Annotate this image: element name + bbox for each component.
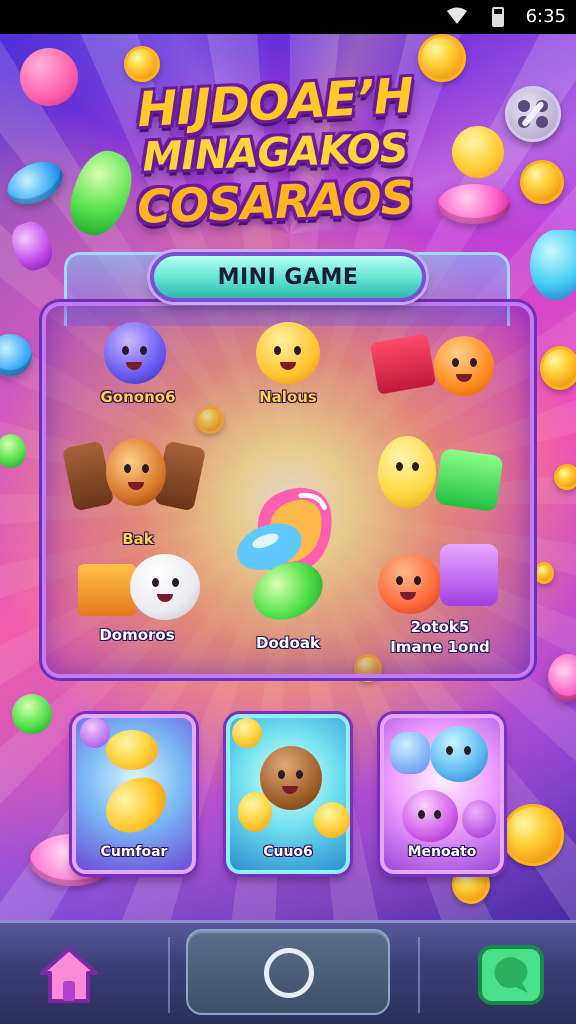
gold-coin-icon <box>238 792 272 832</box>
game-title: HIJDOAEʼH MINAGAKOS COSARAOS <box>110 68 440 246</box>
bear-face-icon <box>256 322 320 384</box>
gold-coin <box>554 464 576 490</box>
chat-bubble-icon[interactable] <box>476 941 546 1009</box>
lion-face-icon <box>106 438 166 506</box>
gold-coin-icon <box>106 730 158 770</box>
purple-berry-icon <box>462 800 496 838</box>
mini-game-item[interactable]: Dodoak <box>226 551 350 658</box>
wifi-icon <box>447 7 467 24</box>
card-cumfoar[interactable]: Cumfoar <box>72 714 196 874</box>
battery-icon <box>492 7 504 27</box>
mini-game-item[interactable]: Nalous <box>236 316 340 416</box>
item-label: Nalous <box>259 388 317 406</box>
home-icon[interactable] <box>36 943 102 1007</box>
item-label: Gonono6 <box>100 388 176 406</box>
pink-disc-candy <box>438 184 510 224</box>
settings-icon <box>518 100 548 128</box>
blue-bear-icon <box>430 726 488 782</box>
green-gift-box-icon <box>434 447 504 513</box>
yellow-chick-icon <box>378 436 436 508</box>
status-time: 6:35 <box>525 6 566 27</box>
home-button[interactable] <box>186 929 390 1015</box>
item-label: Domoros <box>99 626 175 644</box>
card-label: Cumfoar <box>100 844 168 860</box>
mini-game-item[interactable]: 2otok5 Imane 1ond <box>370 540 510 662</box>
gold-coin <box>520 160 564 204</box>
gold-coin <box>540 346 576 390</box>
purple-bear-icon <box>402 790 458 842</box>
item-label: Dodoak <box>256 634 320 652</box>
green-lime-candy <box>12 694 52 734</box>
item-label: 2otok5 <box>410 618 470 636</box>
card-label: Cuuo6 <box>263 844 313 860</box>
mini-game-item[interactable]: Domoros <box>68 542 206 654</box>
settings-button[interactable] <box>505 86 561 142</box>
card-cuuo6[interactable]: Cuuo6 <box>226 714 350 874</box>
nav-divider <box>418 937 420 1013</box>
mini-game-item[interactable] <box>369 316 500 416</box>
gold-coin-icon <box>314 802 350 838</box>
orange-box-icon <box>78 564 136 616</box>
pink-blob-candy <box>20 48 78 106</box>
purple-orb-icon <box>80 718 110 748</box>
gold-coin <box>502 804 564 866</box>
blue-swirl-candy <box>530 230 576 300</box>
mini-game-item[interactable]: Gonono6 <box>86 316 190 416</box>
smiling-coin-candy <box>452 126 504 178</box>
mini-game-item[interactable]: Bak <box>61 434 208 554</box>
mini-game-item[interactable] <box>372 434 508 544</box>
orange-fruit-icon <box>434 336 494 396</box>
orange-bear-icon <box>378 554 442 614</box>
gold-coin-icon <box>232 718 262 748</box>
card-label: Menoato <box>407 844 477 860</box>
nav-divider <box>168 937 170 1013</box>
bottom-nav <box>0 920 576 1024</box>
gold-coin <box>534 562 554 584</box>
purple-gift-icon <box>440 544 498 606</box>
card-menoato[interactable]: Menoato <box>380 714 504 874</box>
circle-icon <box>264 948 314 998</box>
status-bar: 6:35 <box>0 0 576 34</box>
game-scene: HIJDOAEʼH MINAGAKOS COSARAOS MINI GAME G… <box>0 34 576 920</box>
green-jelly-bean-icon <box>243 551 333 631</box>
mini-game-header: MINI GAME <box>150 252 426 302</box>
gift-box-icon <box>369 333 437 395</box>
purple-monster-icon <box>104 322 166 384</box>
white-ghost-icon <box>130 554 200 620</box>
yellow-bean-icon <box>95 766 177 844</box>
item-sublabel: Imane 1ond <box>390 638 490 656</box>
title-line-3: COSARAOS <box>136 170 414 234</box>
blue-heart-icon <box>390 732 430 774</box>
